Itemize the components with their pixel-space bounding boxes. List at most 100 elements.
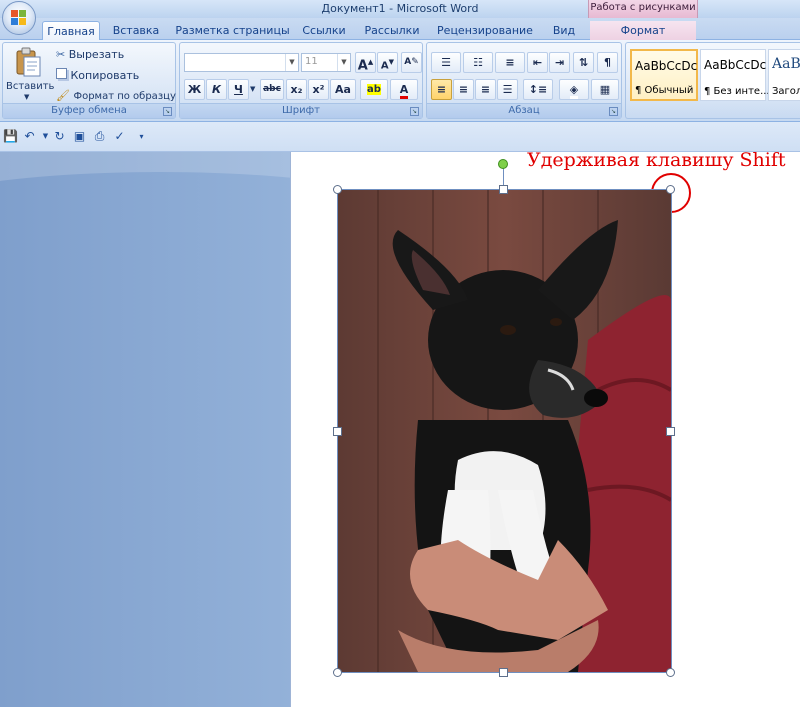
ribbon: Вставить ▼ ✂ Вырезать Копировать 🖌 Форма… xyxy=(0,40,800,122)
subscript-button[interactable]: x₂ xyxy=(286,79,307,100)
align-center-icon: ≡ xyxy=(458,83,469,96)
change-case-button[interactable]: Aa xyxy=(330,79,356,100)
align-left-icon: ≡ xyxy=(436,83,447,96)
underline-dropdown-icon[interactable]: ▼ xyxy=(250,85,255,93)
shrink-font-button[interactable]: A▼ xyxy=(377,52,398,73)
office-button[interactable] xyxy=(2,1,36,35)
style-sample: AaBbCcDc xyxy=(635,59,698,73)
style-no-spacing[interactable]: AaBbCcDc ¶ Без инте... xyxy=(700,49,770,101)
print-icon[interactable]: ⎙ xyxy=(92,129,107,144)
resize-handle-bottom[interactable] xyxy=(499,668,508,677)
shrink-font-icon: A xyxy=(380,60,389,72)
font-size-value: 11 xyxy=(305,56,318,67)
resize-handle-bottom-right[interactable] xyxy=(666,668,675,677)
paste-icon xyxy=(16,47,41,77)
highlight-button[interactable]: ab xyxy=(360,79,388,100)
rotate-handle[interactable] xyxy=(498,159,508,169)
copy-button[interactable]: Копировать xyxy=(55,67,140,87)
bold-button[interactable]: Ж xyxy=(184,79,205,100)
sort-button[interactable]: ⇅ xyxy=(573,52,594,73)
paste-button[interactable]: Вставить ▼ xyxy=(6,45,55,103)
multilevel-list-icon: ≡ xyxy=(505,56,515,69)
multilevel-list-button[interactable]: ≡ xyxy=(495,52,525,73)
align-center-button[interactable]: ≡ xyxy=(453,79,474,100)
tab-mailings[interactable]: Рассылки xyxy=(358,21,426,40)
spelling-icon[interactable]: ✓ xyxy=(112,129,127,144)
tab-references[interactable]: Ссылки xyxy=(296,21,352,40)
save-icon[interactable]: 💾 xyxy=(3,129,18,144)
font-name-combo[interactable]: ▼ xyxy=(184,53,299,72)
context-tab-group-picture-tools: Работа с рисунками xyxy=(588,0,698,18)
tab-home[interactable]: Главная xyxy=(42,21,100,41)
style-name: ¶ Без инте... xyxy=(704,86,770,97)
resize-handle-bottom-left[interactable] xyxy=(333,668,342,677)
borders-button[interactable]: ▦ xyxy=(591,79,619,100)
style-normal[interactable]: AaBbCcDc ¶ Обычный xyxy=(630,49,698,101)
font-size-combo[interactable]: 11 ▼ xyxy=(301,53,351,72)
paragraph-launcher-icon[interactable]: ↘ xyxy=(609,107,618,116)
brush-icon: 🖌 xyxy=(56,89,70,102)
paragraph-group: ☰ ☷ ≡ ⇤ ⇥ ⇅ ¶ ≡ ≡ ≡ ☰ ↕≡ ◈ ▦ Абзац ↘ xyxy=(426,42,622,119)
customize-qat-icon[interactable]: ▾ xyxy=(134,129,149,144)
increase-indent-icon: ⇥ xyxy=(554,56,565,69)
resize-handle-top-left[interactable] xyxy=(333,185,342,194)
grow-font-icon: A xyxy=(357,58,368,74)
font-group-label: Шрифт xyxy=(180,103,422,118)
justify-button[interactable]: ☰ xyxy=(497,79,518,100)
resize-handle-top-right[interactable] xyxy=(666,185,675,194)
superscript-button[interactable]: x² xyxy=(308,79,329,100)
font-launcher-icon[interactable]: ↘ xyxy=(410,107,419,116)
pilcrow-icon: ¶ xyxy=(604,56,611,69)
style-heading[interactable]: AaB Заголо xyxy=(768,49,800,101)
tab-page-layout[interactable]: Разметка страницы xyxy=(170,21,295,40)
dog-photo-image xyxy=(338,190,671,672)
increase-indent-button[interactable]: ⇥ xyxy=(549,52,570,73)
undo-icon[interactable]: ↶ xyxy=(22,129,37,144)
document-page[interactable]: Удерживая клавишу Shift xyxy=(290,152,800,707)
style-name: Заголо xyxy=(772,86,800,97)
bullets-button[interactable]: ☰ xyxy=(431,52,461,73)
line-spacing-icon: ↕≡ xyxy=(528,83,548,96)
clear-formatting-button[interactable]: A✎ xyxy=(401,52,422,73)
align-right-button[interactable]: ≡ xyxy=(475,79,496,100)
highlight-icon: ab xyxy=(367,84,381,95)
strikethrough-button[interactable]: abc xyxy=(260,79,284,100)
shading-button[interactable]: ◈ xyxy=(559,79,589,100)
italic-button[interactable]: К xyxy=(206,79,227,100)
style-name: ¶ Обычный xyxy=(635,85,694,96)
dog-photo[interactable] xyxy=(338,190,671,672)
tab-format[interactable]: Формат xyxy=(590,21,696,40)
tab-review[interactable]: Рецензирование xyxy=(432,21,538,40)
copy-label: Копировать xyxy=(70,69,140,82)
numbered-list-icon: ☷ xyxy=(473,56,483,69)
quick-access-toolbar: 💾 ↶ ▼ ↻ ▣ ⎙ ✓ ▾ xyxy=(0,122,800,152)
paste-label: Вставить xyxy=(6,81,55,92)
annotation-text: Удерживая клавишу Shift xyxy=(527,152,786,171)
font-color-button[interactable]: A xyxy=(390,79,418,100)
undo-dropdown-icon[interactable]: ▼ xyxy=(38,129,53,144)
resize-handle-top[interactable] xyxy=(499,185,508,194)
print-preview-icon[interactable]: ▣ xyxy=(72,129,87,144)
cut-button[interactable]: ✂ Вырезать xyxy=(55,47,125,67)
decrease-indent-button[interactable]: ⇤ xyxy=(527,52,548,73)
document-workspace: Удерживая клавишу Shift xyxy=(0,152,800,707)
chevron-down-icon: ▼ xyxy=(285,54,298,71)
align-left-button[interactable]: ≡ xyxy=(431,79,452,100)
underline-button[interactable]: Ч xyxy=(228,79,249,100)
grow-font-button[interactable]: A▲ xyxy=(355,52,376,73)
redo-icon[interactable]: ↻ xyxy=(52,129,67,144)
numbering-button[interactable]: ☷ xyxy=(463,52,493,73)
ribbon-tab-row: Главная Вставка Разметка страницы Ссылки… xyxy=(0,18,800,41)
title-bar: Документ1 - Microsoft Word Работа с рису… xyxy=(0,0,800,18)
tab-insert[interactable]: Вставка xyxy=(107,21,165,40)
resize-handle-left[interactable] xyxy=(333,427,342,436)
format-painter-label: Формат по образцу xyxy=(73,91,176,102)
tab-view[interactable]: Вид xyxy=(544,21,584,40)
show-formatting-button[interactable]: ¶ xyxy=(597,52,618,73)
justify-icon: ☰ xyxy=(502,83,513,96)
resize-handle-right[interactable] xyxy=(666,427,675,436)
decrease-indent-icon: ⇤ xyxy=(532,56,543,69)
bullet-list-icon: ☰ xyxy=(441,56,451,69)
clipboard-launcher-icon[interactable]: ↘ xyxy=(163,107,172,116)
line-spacing-button[interactable]: ↕≡ xyxy=(523,79,553,100)
